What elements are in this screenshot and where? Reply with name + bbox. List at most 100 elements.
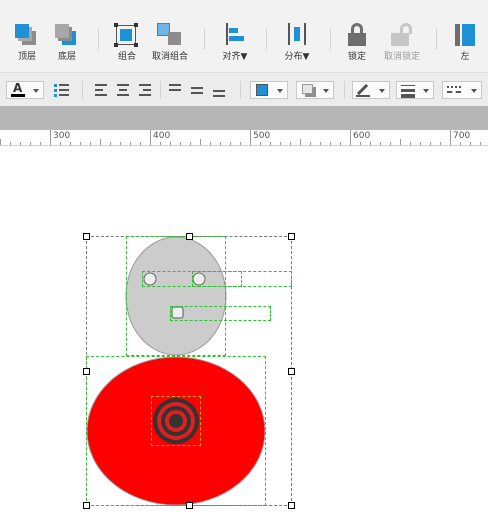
align-left-icon	[221, 22, 249, 48]
ruler-tick	[90, 142, 91, 145]
resize-handle-bottom[interactable]	[186, 502, 193, 509]
group-button[interactable]: 组合	[112, 22, 142, 66]
resize-handle-bottom-left[interactable]	[83, 502, 90, 509]
ruler-tick	[80, 142, 81, 145]
lock-button[interactable]: 锁定	[342, 22, 372, 66]
align-text-left-button[interactable]	[92, 81, 112, 99]
target-guide-box	[151, 396, 201, 446]
unlock-icon	[388, 22, 416, 48]
send-to-back-button[interactable]: 底层	[52, 22, 82, 66]
ruler-tick	[270, 142, 271, 145]
bullet-list-button[interactable]	[50, 81, 72, 99]
valign-top-button[interactable]	[166, 81, 186, 99]
toolbar-divider	[204, 28, 205, 50]
valign-middle-button[interactable]	[188, 81, 208, 99]
shadow-dropdown[interactable]	[296, 81, 334, 99]
resize-handle-top-left[interactable]	[83, 233, 90, 240]
ruler-tick	[140, 142, 141, 145]
panel-left-icon	[453, 22, 477, 48]
ungroup-icon	[156, 22, 184, 48]
ruler-tick	[350, 130, 351, 145]
horizontal-ruler[interactable]: 300 400 500 600 700	[0, 130, 488, 146]
resize-handle-top-right[interactable]	[288, 233, 295, 240]
ruler-tick	[230, 142, 231, 145]
group-icon	[113, 22, 141, 48]
chevron-down-icon	[33, 89, 39, 93]
fill-color-dropdown[interactable]	[250, 81, 288, 99]
ruler-label: 400	[153, 131, 171, 141]
ruler-tick	[450, 130, 451, 145]
ruler-tick	[400, 139, 401, 145]
ruler-tick	[60, 142, 61, 145]
ruler-tick	[40, 142, 41, 145]
ruler-tick	[340, 142, 341, 145]
canvas-header-bar	[0, 106, 488, 130]
ruler-tick	[330, 142, 331, 145]
ruler-tick	[290, 142, 291, 145]
ruler-tick	[70, 142, 71, 145]
ruler-tick	[0, 139, 1, 145]
line-weight-dropdown[interactable]	[396, 81, 434, 99]
distribute-icon	[283, 22, 311, 48]
ruler-tick	[460, 142, 461, 145]
toolbar-divider	[344, 81, 345, 99]
ruler-tick	[220, 142, 221, 145]
ruler-tick	[470, 142, 471, 145]
line-color-dropdown[interactable]	[352, 81, 390, 99]
ruler-tick	[380, 142, 381, 145]
ruler-tick	[390, 142, 391, 145]
arrange-toolbar: 顶层 底层 组合 取消组合 对齐▼ 分布▼ 锁定 取消锁定 左	[0, 0, 488, 72]
ruler-tick	[20, 142, 21, 145]
lock-icon	[343, 22, 371, 48]
text-color-dropdown[interactable]: A	[6, 81, 44, 99]
ruler-tick	[480, 142, 481, 145]
ruler-label: 300	[53, 131, 71, 141]
align-left-button[interactable]: 左	[452, 22, 478, 66]
align-dropdown-button[interactable]: 对齐▼	[218, 22, 252, 66]
send-to-back-label: 底层	[57, 52, 76, 62]
toolbar-divider	[266, 28, 267, 50]
ruler-tick	[370, 142, 371, 145]
align-text-right-button[interactable]	[136, 81, 156, 99]
resize-handle-left[interactable]	[83, 368, 90, 375]
distribute-dropdown-button[interactable]: 分布▼	[280, 22, 314, 66]
resize-handle-right[interactable]	[288, 368, 295, 375]
ruler-tick	[320, 142, 321, 145]
editor-window: 顶层 底层 组合 取消组合 对齐▼ 分布▼ 锁定 取消锁定 左 A 300 40…	[0, 0, 488, 516]
send-to-back-icon	[53, 22, 81, 48]
format-toolbar: A	[0, 72, 488, 106]
align-text-center-button[interactable]	[114, 81, 134, 99]
ruler-tick	[240, 142, 241, 145]
distribute-label: 分布▼	[284, 52, 310, 62]
ruler-tick	[150, 130, 151, 145]
bring-to-front-button[interactable]: 顶层	[12, 22, 42, 66]
ungroup-label: 取消组合	[151, 52, 188, 62]
toolbar-divider	[240, 81, 241, 99]
valign-bottom-button[interactable]	[210, 81, 230, 99]
ruler-tick	[50, 130, 51, 145]
toolbar-divider	[98, 28, 99, 50]
line-style-dropdown[interactable]	[442, 81, 482, 99]
chevron-down-icon	[423, 89, 429, 93]
ruler-tick	[430, 142, 431, 145]
design-canvas[interactable]	[0, 147, 488, 516]
text-color-swatch	[11, 94, 25, 97]
text-color-glyph: A	[13, 81, 23, 95]
ruler-tick	[10, 142, 11, 145]
resize-handle-top[interactable]	[186, 233, 193, 240]
ruler-tick	[100, 139, 101, 145]
resize-handle-bottom-right[interactable]	[288, 502, 295, 509]
unlock-button[interactable]: 取消锁定	[381, 22, 423, 66]
toolbar-divider	[330, 28, 331, 50]
ruler-tick	[190, 142, 191, 145]
ruler-tick	[120, 142, 121, 145]
nose-guide-box	[170, 306, 271, 321]
ungroup-button[interactable]: 取消组合	[150, 22, 190, 66]
ruler-tick	[210, 142, 211, 145]
ruler-tick	[410, 142, 411, 145]
ruler-label: 500	[253, 131, 271, 141]
chevron-down-icon	[471, 89, 477, 93]
bring-to-front-icon	[13, 22, 41, 48]
chevron-down-icon	[379, 89, 385, 93]
ruler-tick	[200, 139, 201, 145]
